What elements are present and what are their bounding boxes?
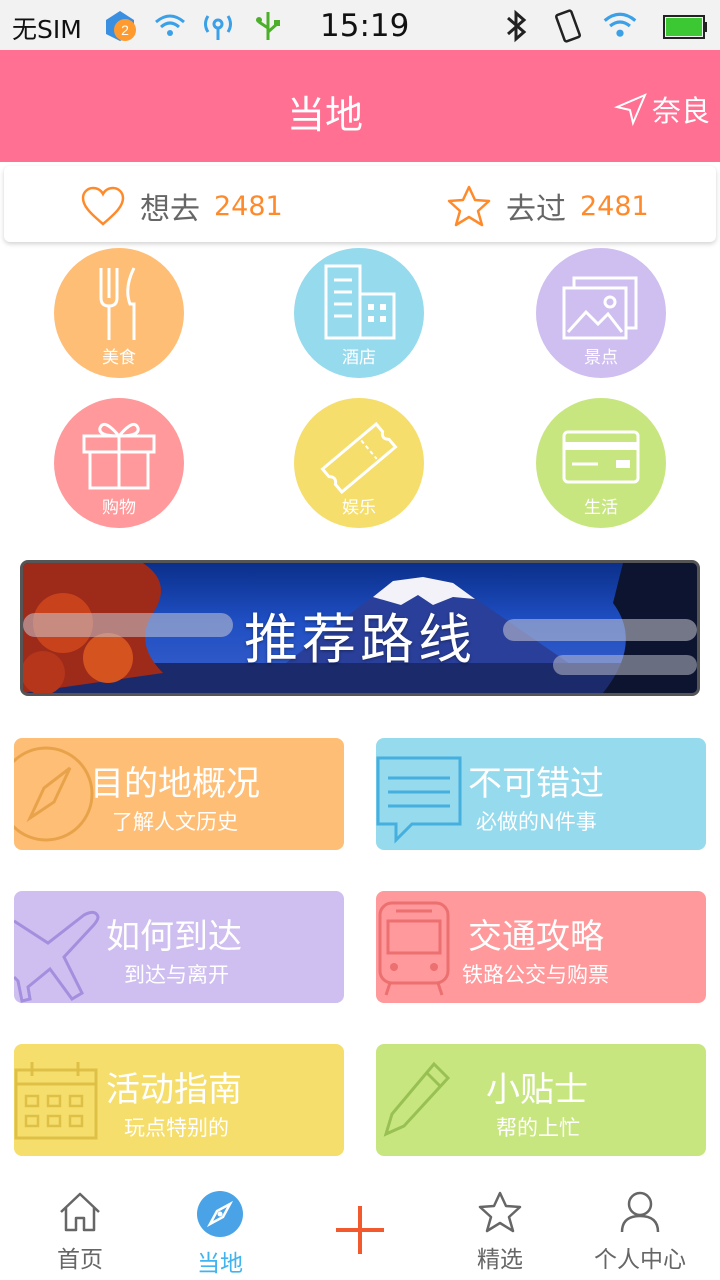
nav-profile[interactable]: 个人中心: [568, 1190, 712, 1274]
app-header: 当地 奈良: [0, 50, 720, 162]
tile-subtitle: 必做的N件事: [476, 810, 597, 834]
been-label: 去过: [506, 192, 566, 227]
star-icon: [478, 1191, 522, 1233]
battery-icon: [663, 15, 707, 39]
clock: 15:19: [320, 8, 410, 44]
recommended-routes-banner[interactable]: 推荐路线: [20, 560, 700, 696]
tile-must-do[interactable]: 不可错过 必做的N件事: [376, 738, 706, 850]
category-label: 娱乐: [342, 498, 376, 518]
category-label: 景点: [584, 348, 618, 368]
nav-local[interactable]: 当地: [148, 1190, 292, 1278]
star-icon: [447, 185, 491, 227]
hotspot-icon: [204, 15, 232, 40]
category-label: 美食: [102, 348, 136, 368]
status-bar: 无SIM 2 15:19: [0, 0, 720, 50]
category-entertainment[interactable]: 娱乐: [294, 398, 424, 528]
tile-subtitle: 玩点特别的: [124, 1116, 229, 1140]
tile-title: 不可错过: [468, 764, 604, 804]
carrier-label: 无SIM: [12, 15, 82, 44]
user-icon: [620, 1191, 660, 1233]
wifi-icon: [603, 12, 637, 37]
bluetooth-icon: [507, 9, 527, 43]
tile-subtitle: 帮的上忙: [496, 1116, 580, 1140]
location-selector[interactable]: 奈良: [613, 88, 710, 130]
tile-title: 交通攻略: [468, 917, 604, 957]
counter-card: 想去 2481 去过 2481: [4, 166, 716, 242]
tile-event-guide[interactable]: 活动指南 玩点特别的: [14, 1044, 344, 1156]
tile-subtitle: 铁路公交与购票: [462, 963, 609, 987]
tile-subtitle: 了解人文历史: [112, 810, 238, 834]
category-label: 生活: [584, 498, 618, 518]
nav-label: 首页: [57, 1247, 103, 1273]
category-life[interactable]: 生活: [536, 398, 666, 528]
location-arrow-icon: [613, 93, 647, 126]
bottom-nav: 首页 当地 精选 个人中心: [0, 1180, 720, 1280]
usb-icon: [256, 12, 280, 40]
nav-label: 个人中心: [594, 1247, 686, 1273]
want-to-go-button[interactable]: 想去 2481: [80, 184, 283, 228]
tile-how-to-get-there[interactable]: 如何到达 到达与离开: [14, 891, 344, 1003]
nav-home[interactable]: 首页: [8, 1190, 152, 1274]
nav-label: 精选: [477, 1247, 523, 1273]
page-title: 当地: [286, 93, 363, 137]
compass-icon: [197, 1191, 243, 1237]
want-label: 想去: [140, 192, 200, 227]
banner-title: 推荐路线: [244, 608, 476, 671]
tile-title: 如何到达: [106, 917, 242, 957]
nav-label: 当地: [197, 1251, 243, 1277]
tile-title: 活动指南: [106, 1070, 242, 1110]
been-there-button[interactable]: 去过 2481: [446, 184, 649, 228]
tile-title: 目的地概况: [90, 764, 260, 804]
category-label: 酒店: [342, 348, 376, 368]
nav-featured[interactable]: 精选: [428, 1190, 572, 1274]
tile-transport-guide[interactable]: 交通攻略 铁路公交与购票: [376, 891, 706, 1003]
wifi-signal-icon: [155, 14, 185, 36]
category-food[interactable]: 美食: [54, 248, 184, 378]
heart-icon: [81, 186, 125, 226]
tile-title: 小贴士: [486, 1070, 588, 1110]
been-count: 2481: [580, 190, 649, 222]
category-scenic[interactable]: 景点: [536, 248, 666, 378]
home-icon: [60, 1192, 100, 1232]
tile-tips[interactable]: 小贴士 帮的上忙: [376, 1044, 706, 1156]
want-count: 2481: [214, 190, 283, 222]
tile-destination-overview[interactable]: 目的地概况 了解人文历史: [14, 738, 344, 850]
location-label: 奈良: [651, 94, 710, 128]
tile-subtitle: 到达与离开: [124, 963, 229, 987]
notification-badge-count: 2: [121, 22, 129, 38]
vibrate-icon: [555, 9, 581, 43]
notification-badge-icon: 2: [106, 11, 136, 41]
category-shopping[interactable]: 购物: [54, 398, 184, 528]
category-hotel[interactable]: 酒店: [294, 248, 424, 378]
plus-icon: [336, 1206, 384, 1254]
nav-add-button[interactable]: [288, 1202, 432, 1264]
category-label: 购物: [102, 498, 136, 518]
